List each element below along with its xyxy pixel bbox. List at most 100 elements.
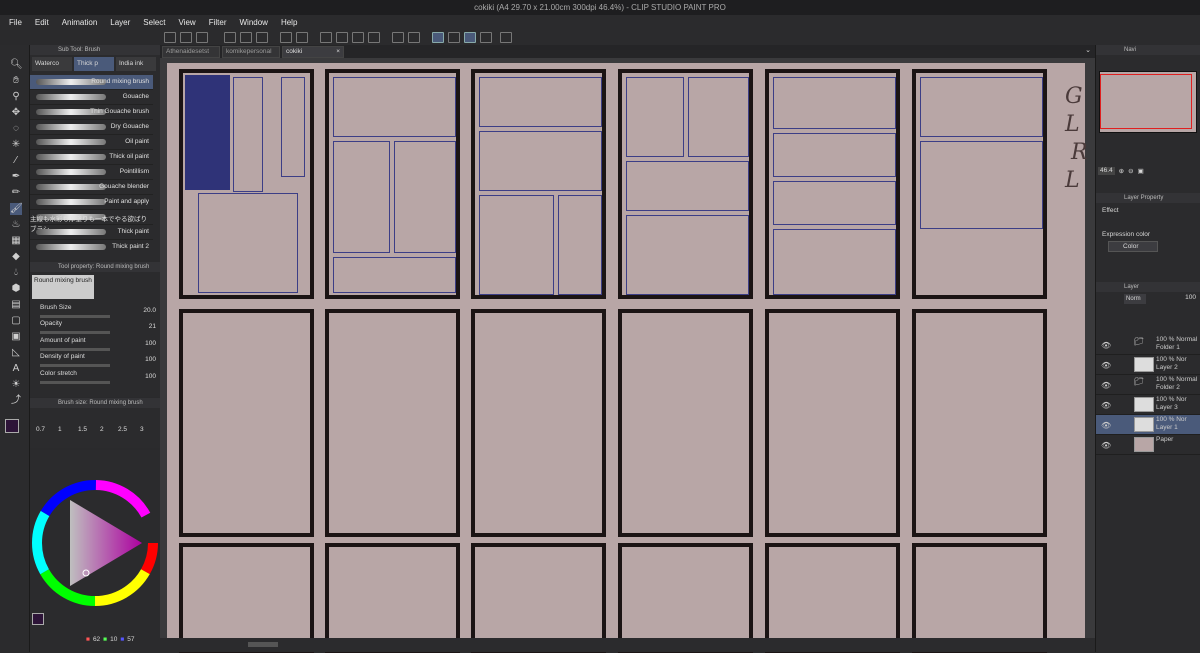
- comic-panel[interactable]: [912, 69, 1047, 299]
- tab-thick-paint[interactable]: Thick p: [74, 57, 114, 71]
- canvas-page[interactable]: G L R L: [167, 63, 1088, 653]
- menu-icon[interactable]: [164, 32, 176, 43]
- brush-icon[interactable]: [448, 32, 460, 43]
- comic-panel[interactable]: [179, 69, 314, 299]
- visibility-eye-icon[interactable]: 👁︎: [1101, 361, 1111, 370]
- layer-item[interactable]: 👁︎ 100 % Nor Layer 3: [1096, 395, 1200, 415]
- decoration-icon[interactable]: ▦: [10, 235, 22, 247]
- comic-panel-empty[interactable]: [471, 309, 606, 537]
- color-wheel[interactable]: [30, 475, 160, 635]
- comic-panel-empty[interactable]: [912, 543, 1047, 653]
- brush-item[interactable]: Thick oil paint: [30, 150, 153, 165]
- eyedropper-icon[interactable]: ⚲: [10, 91, 22, 103]
- comic-panel[interactable]: [471, 69, 606, 299]
- brush-item[interactable]: Thick paint 2: [30, 240, 153, 250]
- menu-file[interactable]: File: [9, 18, 22, 27]
- zoom-value[interactable]: 46.4: [1098, 167, 1115, 175]
- prop-value[interactable]: 100: [145, 373, 156, 380]
- comic-panel-empty[interactable]: [912, 309, 1047, 537]
- menu-layer[interactable]: Layer: [110, 18, 130, 27]
- settings-icon[interactable]: [256, 32, 268, 43]
- layer-folder[interactable]: 👁︎ 📁︎ 100 % Normal Folder 2: [1096, 375, 1200, 395]
- brush-size-option[interactable]: 0.7: [36, 426, 45, 433]
- comic-panel-empty[interactable]: [471, 543, 606, 653]
- layer-folder[interactable]: 👁︎ 📁︎ 100 % Normal Folder 1: [1096, 335, 1200, 355]
- brush-item[interactable]: Thick paint: [30, 225, 153, 240]
- brush-size-option[interactable]: 2: [100, 426, 104, 433]
- open-icon[interactable]: [196, 32, 208, 43]
- move-icon[interactable]: ✥: [10, 107, 22, 119]
- help-icon[interactable]: [500, 32, 512, 43]
- lasso-icon[interactable]: ◌: [10, 123, 22, 135]
- loading-icon[interactable]: [320, 32, 332, 43]
- brush-item[interactable]: Thin Gouache brush: [30, 105, 153, 120]
- chevron-down-icon[interactable]: ⌄: [1085, 46, 1091, 54]
- ruler-snap-icon[interactable]: [464, 32, 476, 43]
- correct-line-icon[interactable]: ⤴: [10, 395, 22, 407]
- visibility-eye-icon[interactable]: 👁︎: [1101, 381, 1111, 390]
- comic-panel-empty[interactable]: [765, 543, 900, 653]
- zoom-out-icon[interactable]: ⊖: [1128, 167, 1133, 175]
- close-icon[interactable]: ×: [336, 47, 340, 57]
- brush-preset-preview[interactable]: Round mixing brush: [32, 275, 94, 299]
- horizontal-scrollbar[interactable]: [160, 638, 1095, 652]
- comic-panel-empty[interactable]: [179, 309, 314, 537]
- mask-icon[interactable]: [408, 32, 420, 43]
- tab-watercolor[interactable]: Waterco: [32, 57, 72, 71]
- navigator-preview[interactable]: [1099, 71, 1197, 133]
- prop-amount-of-paint[interactable]: Amount of paint 100: [40, 337, 156, 353]
- figure-icon[interactable]: ▢: [10, 315, 22, 327]
- magic-wand-icon[interactable]: ✳: [10, 139, 22, 151]
- hand-icon[interactable]: ✋︎: [10, 75, 22, 87]
- tab-komikepersonal[interactable]: komikepersonal: [222, 46, 280, 58]
- brush-item[interactable]: Gouache blender: [30, 180, 153, 195]
- prop-value[interactable]: 21: [149, 323, 156, 330]
- eraser-icon[interactable]: ◆: [10, 251, 22, 263]
- blend-mode-select[interactable]: Norm: [1124, 294, 1146, 304]
- visibility-eye-icon[interactable]: 👁︎: [1101, 421, 1111, 430]
- comic-panel-empty[interactable]: [618, 309, 753, 537]
- pen-tool-icon[interactable]: [432, 32, 444, 43]
- brush-item[interactable]: Paint and apply: [30, 195, 153, 210]
- undo-icon[interactable]: [280, 32, 292, 43]
- clear-icon[interactable]: [336, 32, 348, 43]
- comic-panel-empty[interactable]: [179, 543, 314, 653]
- layer-item[interactable]: 👁︎ 100 % Nor Layer 1: [1096, 415, 1200, 435]
- prop-value[interactable]: 100: [145, 356, 156, 363]
- menu-filter[interactable]: Filter: [209, 18, 227, 27]
- brush-item[interactable]: Oil paint: [30, 135, 153, 150]
- blend-icon[interactable]: 💧︎: [10, 267, 22, 279]
- comic-panel-empty[interactable]: [765, 309, 900, 537]
- fill-tool-icon[interactable]: ⬢: [10, 283, 22, 295]
- brush-size-option[interactable]: 2.5: [118, 426, 127, 433]
- menu-view[interactable]: View: [179, 18, 196, 27]
- prop-color-stretch[interactable]: Color stretch 100: [40, 370, 156, 386]
- new-file-icon[interactable]: [180, 32, 192, 43]
- frame-icon[interactable]: ▣: [10, 331, 22, 343]
- balloon-icon[interactable]: ☀: [10, 379, 22, 391]
- brush-item[interactable]: Round mixing brush: [30, 75, 153, 90]
- menu-edit[interactable]: Edit: [35, 18, 49, 27]
- tab-cokiki[interactable]: cokiki ×: [282, 46, 344, 58]
- comic-panel-empty[interactable]: [618, 543, 753, 653]
- brush-item[interactable]: Gouache: [30, 90, 153, 105]
- prop-density-of-paint[interactable]: Density of paint 100: [40, 353, 156, 369]
- prop-value[interactable]: 20.0: [143, 307, 156, 314]
- redo-icon[interactable]: [296, 32, 308, 43]
- layer-item[interactable]: 👁︎ Paper: [1096, 435, 1200, 455]
- comic-panel[interactable]: [618, 69, 753, 299]
- ruler-icon[interactable]: ◺: [10, 347, 22, 359]
- prop-opacity[interactable]: Opacity 21: [40, 320, 156, 336]
- zoom-icon[interactable]: 🔍︎: [10, 59, 23, 71]
- prop-brush-size[interactable]: Brush Size 20.0: [40, 304, 156, 320]
- text-icon[interactable]: A: [10, 363, 22, 375]
- airbrush-icon[interactable]: ♨: [10, 219, 22, 231]
- fit-icon[interactable]: ▣: [1138, 167, 1144, 175]
- visibility-eye-icon[interactable]: 👁︎: [1101, 401, 1111, 410]
- layer-item[interactable]: 👁︎ 100 % Nor Layer 2: [1096, 355, 1200, 375]
- layer-opacity[interactable]: 100: [1185, 294, 1196, 301]
- comic-panel-empty[interactable]: [325, 309, 460, 537]
- main-color-swatch[interactable]: [5, 419, 19, 433]
- menu-animation[interactable]: Animation: [62, 18, 98, 27]
- save-icon[interactable]: [224, 32, 236, 43]
